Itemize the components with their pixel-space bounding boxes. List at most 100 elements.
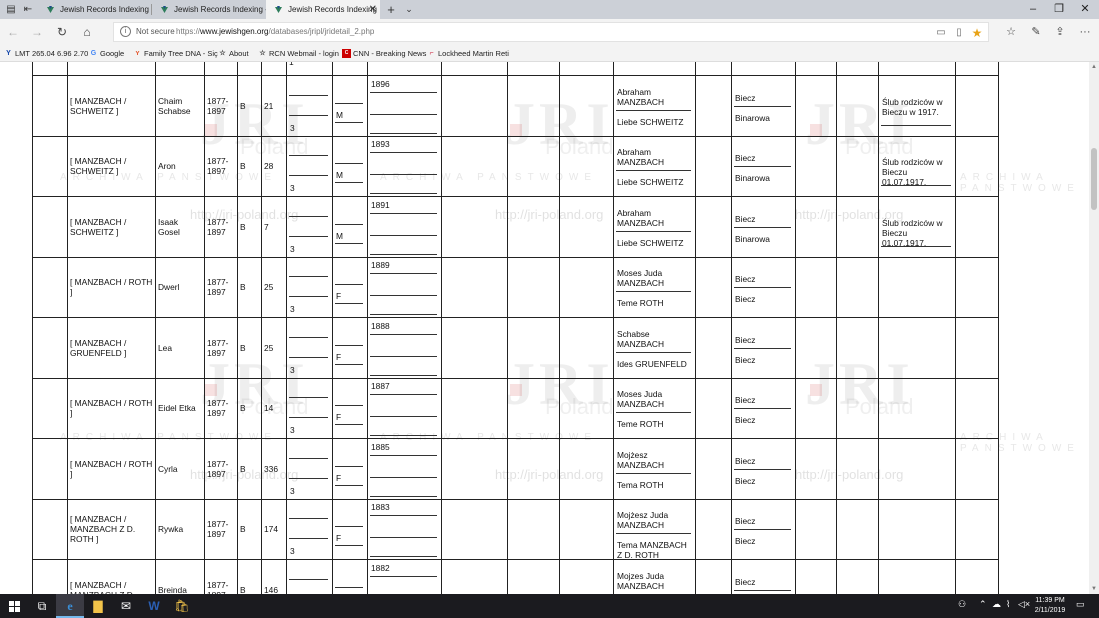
table-row: [ MANZBACH / SCHWEITZ ] Chaim Schabse 1877… (32, 75, 999, 137)
volume-icon[interactable]: ◁× (1018, 599, 1030, 610)
favorite-lmt[interactable]: Y LMT 265.04 6.96 2.70 (4, 47, 88, 60)
scroll-down-icon[interactable]: ▼ (1089, 584, 1099, 594)
given-name-cell: Chaim Schabse (158, 95, 191, 116)
notifications-icon[interactable]: ▭ (1076, 599, 1085, 610)
remarks-cell: Ślub rodziców w Bieczu w 1917. (882, 96, 943, 117)
akt-number-cell: 174 (264, 524, 278, 535)
years-cell: 1877-1897 (207, 156, 229, 177)
page-scrollbar[interactable]: ▲ ▼ (1089, 62, 1099, 594)
table-row: [ MANZBACH / MANZBACH Z D. ROTH ] Rywka 18… (32, 498, 999, 560)
record-type-cell: B (240, 463, 246, 474)
network-icon[interactable]: ⌇ (1006, 599, 1010, 610)
surnames-cell: [ MANZBACH / ROTH ] (70, 277, 153, 298)
mother-name-cell: Ides GRUENFELD (617, 358, 687, 369)
pen-notes-icon[interactable]: ✎ (1027, 23, 1045, 41)
task-view-icon[interactable]: ⧉ (28, 594, 56, 618)
store-icon[interactable]: 🛍 (168, 594, 196, 618)
record-type-cell: B (240, 403, 246, 414)
mail-icon[interactable]: ✉ (112, 594, 140, 618)
record-type-cell: B (240, 100, 246, 111)
scroll-up-icon[interactable]: ▲ (1089, 62, 1099, 72)
file-explorer-icon[interactable]: ▇ (84, 594, 112, 618)
favorites-hub-icon[interactable]: ☆ (1002, 23, 1020, 41)
town-cell: Biecz (735, 274, 756, 285)
record-type-cell: B (240, 342, 246, 353)
windows-start-icon[interactable] (0, 594, 28, 618)
record-type-cell: B (240, 221, 246, 232)
residence-cell: Biecz (735, 354, 756, 365)
page-number: 3 (290, 546, 295, 557)
favorite-cnn[interactable]: C CNN - Breaking News (342, 47, 426, 60)
minimize-icon[interactable]: – (1020, 0, 1046, 19)
favorite-google[interactable]: G Google (89, 47, 124, 60)
share-icon[interactable]: ⇪ (1051, 23, 1069, 41)
years-cell: 1877-1897 (207, 277, 229, 298)
favorite-star-icon[interactable]: ★ (970, 27, 984, 39)
father-name-cell: Abraham MANZBACH (617, 86, 664, 107)
tab-jri-active[interactable]: Jewish Records Indexing ✕ (266, 0, 380, 19)
town-cell: Biecz (735, 395, 756, 406)
tab-list-icon[interactable]: ▤ (3, 2, 19, 17)
residence-cell: Binarowa (735, 112, 770, 123)
site-info-icon[interactable]: i (120, 26, 131, 37)
edge-browser-icon[interactable]: e (56, 594, 84, 618)
system-clock[interactable]: 11:39 PM 2/11/2019 (1030, 596, 1070, 616)
residence-cell: Biecz (735, 294, 756, 305)
akt-number-cell: 25 (264, 342, 274, 353)
residence-cell: Binarowa (735, 173, 770, 184)
home-icon[interactable]: ⌂ (78, 23, 96, 41)
back-arrow-icon[interactable]: ← (4, 23, 22, 41)
given-name-cell: Aron (158, 161, 176, 172)
more-menu-icon[interactable]: ··· (1076, 23, 1094, 41)
sex-cell: F (336, 472, 342, 483)
remarks-cell: Ślub rodziców w Bieczu 01.07.1917. (882, 217, 943, 248)
favorite-lockheed[interactable]: ⌐ Lockheed Martin Reti (427, 47, 508, 60)
favorite-family-tree-dna[interactable]: ʏ Family Tree DNA - Siç (133, 47, 218, 60)
people-icon[interactable]: ⚇ (958, 599, 966, 610)
page-viewport[interactable]: JRI Poland http://jri-poland.org JRI Poland h… (0, 62, 1089, 594)
father-name-cell: Mojżesz MANZBACH (617, 449, 664, 470)
set-aside-tabs-icon[interactable]: ⇤ (20, 2, 36, 17)
town-cell: Biecz (735, 516, 756, 527)
given-name-cell: Breinda (158, 584, 187, 594)
close-window-icon[interactable]: ✕ (1072, 0, 1098, 19)
onedrive-cloud-icon[interactable]: ☁ (992, 599, 1001, 610)
url-field[interactable]: i Not secure https://www.jewishgen.org/d… (113, 22, 989, 42)
father-name-cell: Schabse MANZBACH (617, 328, 664, 349)
town-cell: Biecz (735, 576, 756, 587)
tab-title: Jewish Records Indexing - P (174, 5, 266, 14)
years-cell: 1877-1897 (207, 398, 229, 419)
record-type-cell: B (240, 524, 246, 535)
close-tab-icon[interactable]: ✕ (369, 0, 377, 19)
scroll-thumb[interactable] (1091, 148, 1097, 210)
remarks-cell: Ślub rodziców w Bieczu 01.07.1917. (882, 157, 943, 188)
tab-jri-2[interactable]: Jewish Records Indexing - P (152, 0, 266, 19)
table-row: [ MANZBACH / ROTH ] Eidel Etka 1877-1897 B 1… (32, 377, 999, 439)
reading-view-icon[interactable]: ▯ (952, 27, 966, 39)
restore-icon[interactable]: ❐ (1046, 0, 1072, 19)
flag-icon: Y (6, 50, 11, 57)
page-number: 3 (290, 364, 295, 375)
town-cell: Biecz (735, 213, 756, 224)
tab-preview-icon[interactable]: ▭ (934, 27, 948, 39)
years-cell: 1877-1897 (207, 458, 229, 479)
tab-preview-chevron-icon[interactable]: ⌄ (401, 1, 417, 18)
new-tab-button[interactable]: + (383, 1, 399, 18)
mother-name-cell: Teme ROTH (617, 298, 664, 309)
url-text[interactable]: https://www.jewishgen.org/databases/jrip… (176, 27, 374, 36)
records-table: 1 [ MANZBACH / SCHWEITZ ] Chaim Schabse 187… (32, 62, 999, 594)
word-icon[interactable]: W (140, 594, 168, 618)
record-sub-number: 1 (289, 62, 294, 67)
jri-favicon-icon (274, 5, 283, 14)
tray-chevron-icon[interactable]: ⌃ (979, 599, 987, 610)
tab-jri-1[interactable]: Jewish Records Indexing - P (38, 0, 152, 19)
tab-title: Jewish Records Indexing - P (60, 5, 152, 14)
refresh-icon[interactable]: ↻ (53, 23, 71, 41)
sex-cell: F (336, 533, 342, 544)
favorite-about[interactable]: ☆ About (218, 47, 248, 60)
father-name-cell: Abraham MANZBACH (617, 207, 664, 228)
sex-cell: M (336, 109, 343, 120)
forward-arrow-icon[interactable]: → (28, 23, 46, 41)
security-label: Not secure (136, 27, 175, 36)
favorite-rcn-webmail[interactable]: ☆ RCN Webmail - login (258, 47, 339, 60)
